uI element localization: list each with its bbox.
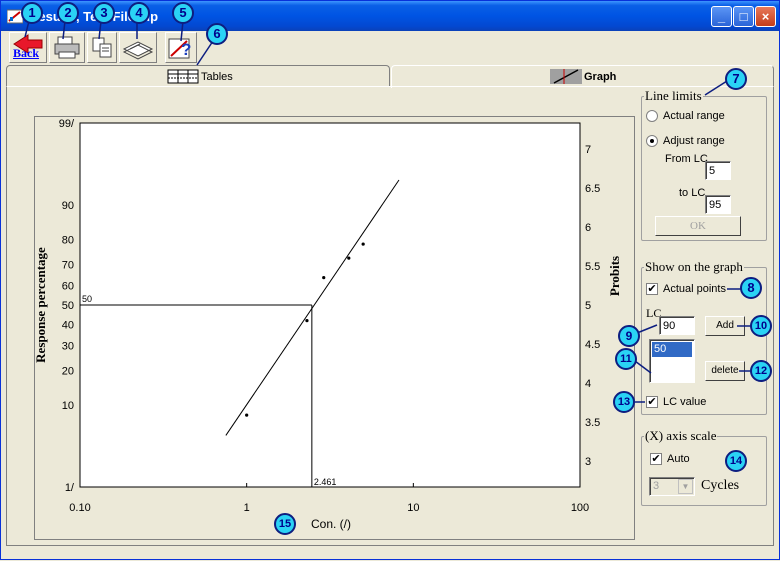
- to-lc-label: to LC: [679, 187, 706, 199]
- callout-marker-2: 2: [57, 2, 79, 24]
- lc-input[interactable]: [659, 316, 695, 335]
- actual-points-label: Actual points: [663, 283, 726, 295]
- data-point: [322, 276, 326, 280]
- y-tick-label: 99/: [59, 118, 75, 130]
- lc-listbox[interactable]: 50: [649, 339, 695, 383]
- y2-tick-label: 5.5: [585, 261, 600, 273]
- callout-marker-4: 4: [128, 2, 150, 24]
- x-axis-label: Con. (/): [311, 517, 351, 531]
- data-point: [245, 413, 249, 417]
- callout-marker-13: 13: [613, 391, 635, 413]
- y2-tick-label: 3.5: [585, 417, 600, 429]
- adjust-range-radio[interactable]: [646, 135, 658, 147]
- y2-tick-label: 3: [585, 456, 591, 468]
- x-tick-label: 100: [571, 502, 589, 514]
- y2-tick-label: 7: [585, 144, 591, 156]
- y2-tick-label: 4: [585, 378, 591, 390]
- data-point: [361, 242, 365, 246]
- y2-axis-label: Probits: [607, 256, 622, 296]
- y2-tick-label: 5: [585, 300, 591, 312]
- y-tick-label: 30: [62, 341, 74, 353]
- lc-y-label: 50: [82, 294, 92, 304]
- adjust-range-label: Adjust range: [663, 135, 725, 147]
- callout-marker-7: 7: [725, 68, 747, 90]
- y2-tick-label: 6.5: [585, 183, 600, 195]
- auto-checkbox[interactable]: ✔: [650, 453, 662, 465]
- callout-marker-14: 14: [725, 450, 747, 472]
- from-lc-input[interactable]: [705, 161, 731, 180]
- actual-points-checkbox[interactable]: ✔: [646, 283, 658, 295]
- to-lc-input[interactable]: [705, 195, 731, 214]
- callout-marker-11: 11: [615, 348, 637, 370]
- callout-marker-6: 6: [206, 23, 228, 45]
- ok-button[interactable]: OK: [655, 216, 741, 236]
- y-axis-label: Response percentage: [33, 247, 48, 363]
- cycles-value: 3: [653, 480, 660, 492]
- y2-tick-label: 6: [585, 222, 591, 234]
- lc-x-label: 2.461: [314, 477, 337, 487]
- cycles-select[interactable]: 3 ▼: [649, 477, 695, 496]
- main-window: Results, Test File.ldp _ □ × Back: [0, 0, 780, 560]
- delete-button[interactable]: delete: [705, 361, 745, 381]
- callout-marker-5: 5: [172, 2, 194, 24]
- callout-marker-9: 9: [618, 325, 640, 347]
- chevron-down-icon: ▼: [678, 479, 693, 494]
- callout-marker-10: 10: [750, 315, 772, 337]
- actual-range-radio[interactable]: [646, 110, 658, 122]
- from-lc-label: From LC: [665, 153, 708, 165]
- y-tick-label: 60: [62, 280, 74, 292]
- lc-list-item[interactable]: 50: [652, 342, 692, 357]
- y-tick-label: 90: [62, 200, 74, 212]
- data-point: [347, 256, 351, 260]
- y-tick-label: 40: [62, 320, 74, 332]
- x-tick-label: 1: [244, 502, 250, 514]
- y-tick-label: 20: [62, 366, 74, 378]
- x-axis-scale-title: (X) axis scale: [644, 428, 718, 444]
- auto-label: Auto: [667, 453, 690, 465]
- x-tick-label: 0.10: [69, 502, 90, 514]
- lc-value-label: LC value: [663, 396, 707, 408]
- show-on-graph-title: Show on the graph: [644, 259, 744, 275]
- callout-marker-8: 8: [740, 277, 762, 299]
- y-tick-label: 10: [62, 400, 74, 412]
- x-tick-label: 10: [407, 502, 419, 514]
- callout-marker-12: 12: [750, 360, 772, 382]
- cycles-label: Cycles: [701, 478, 740, 493]
- lc-value-checkbox[interactable]: ✔: [646, 396, 658, 408]
- line-limits-title: Line limits: [644, 88, 703, 104]
- y-tick-label: 50: [62, 300, 74, 312]
- y-tick-label: 70: [62, 259, 74, 271]
- y2-tick-label: 4.5: [585, 339, 600, 351]
- data-point: [305, 319, 309, 323]
- callout-marker-3: 3: [93, 2, 115, 24]
- callout-marker-15: 15: [274, 513, 296, 535]
- add-button[interactable]: Add: [705, 316, 745, 336]
- actual-range-label: Actual range: [663, 110, 725, 122]
- callout-marker-1: 1: [21, 2, 43, 24]
- y-tick-label: 1/: [65, 482, 75, 494]
- y-tick-label: 80: [62, 234, 74, 246]
